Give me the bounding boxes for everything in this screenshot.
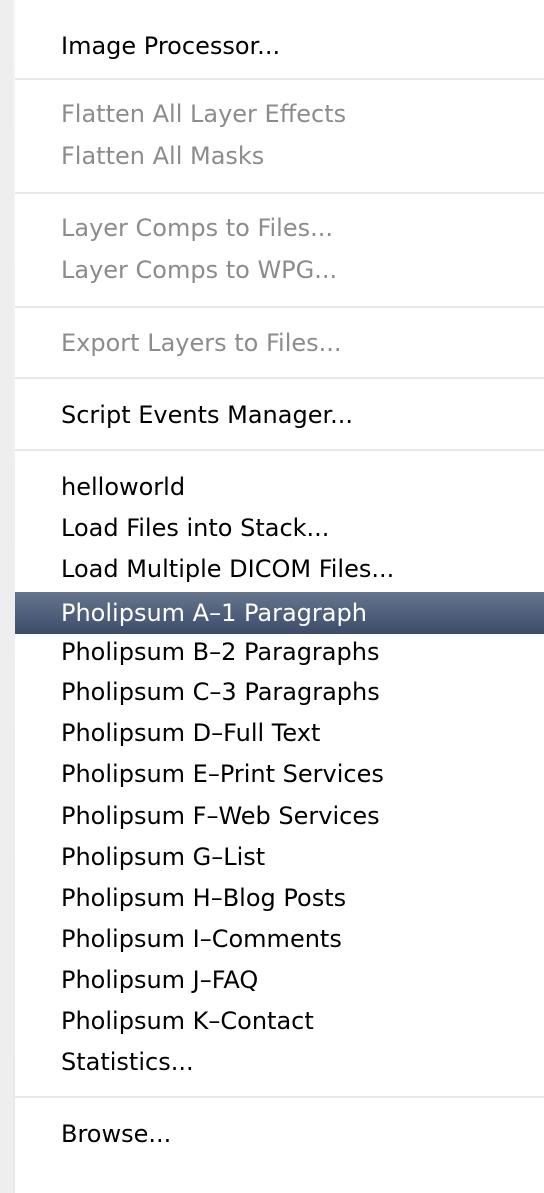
menu-item-pholipsum-f[interactable]: Pholipsum F–Web Services — [13, 795, 544, 837]
menu-item-layer-comps-to-files[interactable]: Layer Comps to Files... — [13, 207, 544, 249]
menu-item-pholipsum-d[interactable]: Pholipsum D–Full Text — [13, 712, 544, 754]
menu-separator — [13, 1096, 544, 1098]
menu-item-pholipsum-k[interactable]: Pholipsum K–Contact — [13, 1000, 544, 1042]
scripts-menu: Image Processor... Flatten All Layer Eff… — [0, 0, 544, 1193]
menu-item-export-layers-to-files[interactable]: Export Layers to Files... — [13, 322, 544, 364]
menu-item-helloworld[interactable]: helloworld — [13, 466, 544, 508]
menu-item-pholipsum-i[interactable]: Pholipsum I–Comments — [13, 918, 544, 960]
menu-item-pholipsum-a[interactable]: Pholipsum A–1 Paragraph — [13, 592, 544, 634]
menu-item-flatten-all-layer-effects[interactable]: Flatten All Layer Effects — [13, 93, 544, 135]
menu-item-pholipsum-b[interactable]: Pholipsum B–2 Paragraphs — [13, 631, 544, 673]
menu-separator — [13, 306, 544, 308]
menu-item-script-events-manager[interactable]: Script Events Manager... — [13, 394, 544, 436]
menu-separator — [13, 192, 544, 194]
menu-item-load-files-into-stack[interactable]: Load Files into Stack... — [13, 507, 544, 549]
menu-separator — [13, 78, 544, 80]
menu-item-pholipsum-c[interactable]: Pholipsum C–3 Paragraphs — [13, 671, 544, 713]
menu-item-image-processor[interactable]: Image Processor... — [13, 25, 544, 67]
menu-item-pholipsum-g[interactable]: Pholipsum G–List — [13, 836, 544, 878]
menu-separator — [13, 377, 544, 379]
menu-item-flatten-all-masks[interactable]: Flatten All Masks — [13, 135, 544, 177]
menu-item-pholipsum-e[interactable]: Pholipsum E–Print Services — [13, 753, 544, 795]
menu-item-pholipsum-j[interactable]: Pholipsum J–FAQ — [13, 959, 544, 1001]
menu-item-browse[interactable]: Browse... — [13, 1113, 544, 1155]
menu-item-load-multiple-dicom-files[interactable]: Load Multiple DICOM Files... — [13, 548, 544, 590]
menu-item-layer-comps-to-wpg[interactable]: Layer Comps to WPG... — [13, 249, 544, 291]
menu-separator — [13, 449, 544, 451]
menu-item-pholipsum-h[interactable]: Pholipsum H–Blog Posts — [13, 877, 544, 919]
menu-item-statistics[interactable]: Statistics... — [13, 1041, 544, 1083]
